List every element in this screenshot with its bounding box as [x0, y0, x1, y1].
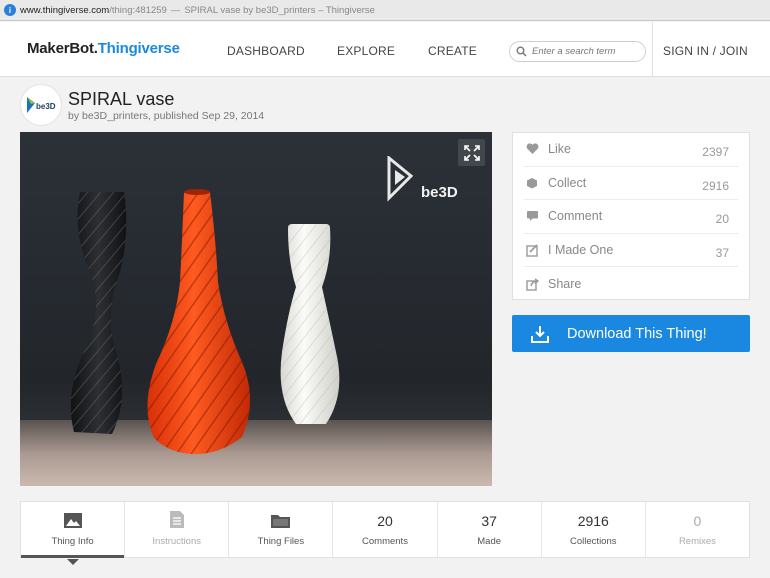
site-header: MakerBot.Thingiverse DASHBOARD EXPLORE C…: [0, 22, 770, 77]
tab-comments[interactable]: 20 Comments: [333, 502, 438, 557]
tab-collections-count: 2916: [577, 513, 609, 529]
comment-count: 20: [715, 212, 729, 227]
thing-tabs: Thing Info Instructions Thing Files 20 C…: [20, 501, 750, 565]
avatar[interactable]: be3D: [20, 84, 62, 126]
download-label: Download This Thing!: [567, 325, 707, 342]
tab-collections-label: Collections: [570, 536, 617, 547]
tab-thing-files[interactable]: Thing Files: [229, 502, 334, 557]
comment-button[interactable]: Comment 20: [524, 200, 738, 234]
collect-count: 2916: [702, 178, 729, 193]
tab-made[interactable]: 37 Made: [438, 502, 542, 557]
made-one-button[interactable]: I Made One 37: [524, 234, 738, 268]
logo-makerbot: MakerBot.: [27, 40, 98, 57]
made-one-label: I Made One: [548, 243, 614, 258]
active-tab-caret: [66, 559, 79, 565]
tab-instructions[interactable]: Instructions: [125, 502, 230, 557]
globe-icon: i: [4, 4, 16, 16]
collect-label: Collect: [548, 175, 587, 190]
instructions-icon: [169, 511, 184, 528]
nav-dashboard[interactable]: DASHBOARD: [227, 44, 305, 58]
header-divider: [652, 22, 653, 77]
like-label: Like: [548, 142, 571, 157]
site-logo[interactable]: MakerBot.Thingiverse: [27, 40, 180, 57]
url-path: /thing:481259: [109, 4, 167, 16]
tab-thing-info-label: Thing Info: [51, 536, 94, 547]
logo-thingiverse: Thingiverse: [97, 40, 180, 57]
share-button[interactable]: Share: [524, 267, 738, 301]
comment-icon: [526, 210, 544, 222]
tab-made-label: Made: [477, 536, 502, 547]
like-count: 2397: [702, 145, 729, 159]
download-icon: [530, 324, 550, 344]
tab-made-count: 37: [481, 513, 497, 529]
like-button[interactable]: Like 2397: [524, 133, 738, 167]
avatar-text: be3D: [36, 102, 56, 111]
share-label: Share: [548, 277, 582, 292]
be3d-watermark-logo: be3D: [385, 154, 465, 207]
tab-remixes[interactable]: 0 Remixes: [646, 502, 749, 557]
tab-instructions-label: Instructions: [152, 536, 201, 547]
tab-remixes-label: Remixes: [678, 536, 716, 547]
collect-button[interactable]: Collect 2916: [524, 167, 738, 201]
url-domain: www.thingiverse.com: [20, 4, 110, 16]
search-box[interactable]: [509, 41, 646, 62]
share-icon: [526, 278, 544, 291]
byline: by be3D_printers, published Sep 29, 2014: [68, 110, 265, 122]
thing-info-icon: [63, 513, 82, 528]
browser-page-title: SPIRAL vase by be3D_printers – Thingiver…: [184, 4, 375, 16]
browser-url-bar[interactable]: i www.thingiverse.com/thing:481259 — SPI…: [0, 0, 770, 21]
download-button[interactable]: Download This Thing!: [512, 315, 750, 352]
made-one-count: 37: [715, 245, 729, 260]
tab-thing-info[interactable]: Thing Info: [21, 502, 126, 565]
collect-icon: [526, 177, 544, 189]
tab-comments-label: Comments: [362, 536, 408, 547]
sign-in-link[interactable]: SIGN IN / JOIN: [663, 44, 748, 58]
tab-collections[interactable]: 2916 Collections: [542, 502, 646, 557]
tab-thing-files-label: Thing Files: [257, 536, 305, 547]
tab-comments-count: 20: [377, 513, 393, 529]
thing-files-icon: [271, 515, 291, 528]
watermark-text: be3D: [421, 184, 458, 201]
search-icon: [516, 46, 527, 57]
action-panel: Like 2397 Collect 2916 Comment 20 I Made…: [512, 132, 750, 300]
nav-create[interactable]: CREATE: [428, 44, 477, 58]
page-title: SPIRAL vase: [68, 89, 175, 109]
nav-explore[interactable]: EXPLORE: [337, 44, 395, 58]
search-input[interactable]: [532, 46, 642, 57]
made-one-icon: [526, 244, 544, 257]
title-separator: —: [170, 4, 181, 16]
be3d-logo-icon: be3D: [27, 97, 56, 113]
heart-icon: [526, 143, 544, 155]
tab-remixes-count: 0: [693, 513, 702, 529]
comment-label: Comment: [548, 209, 603, 224]
